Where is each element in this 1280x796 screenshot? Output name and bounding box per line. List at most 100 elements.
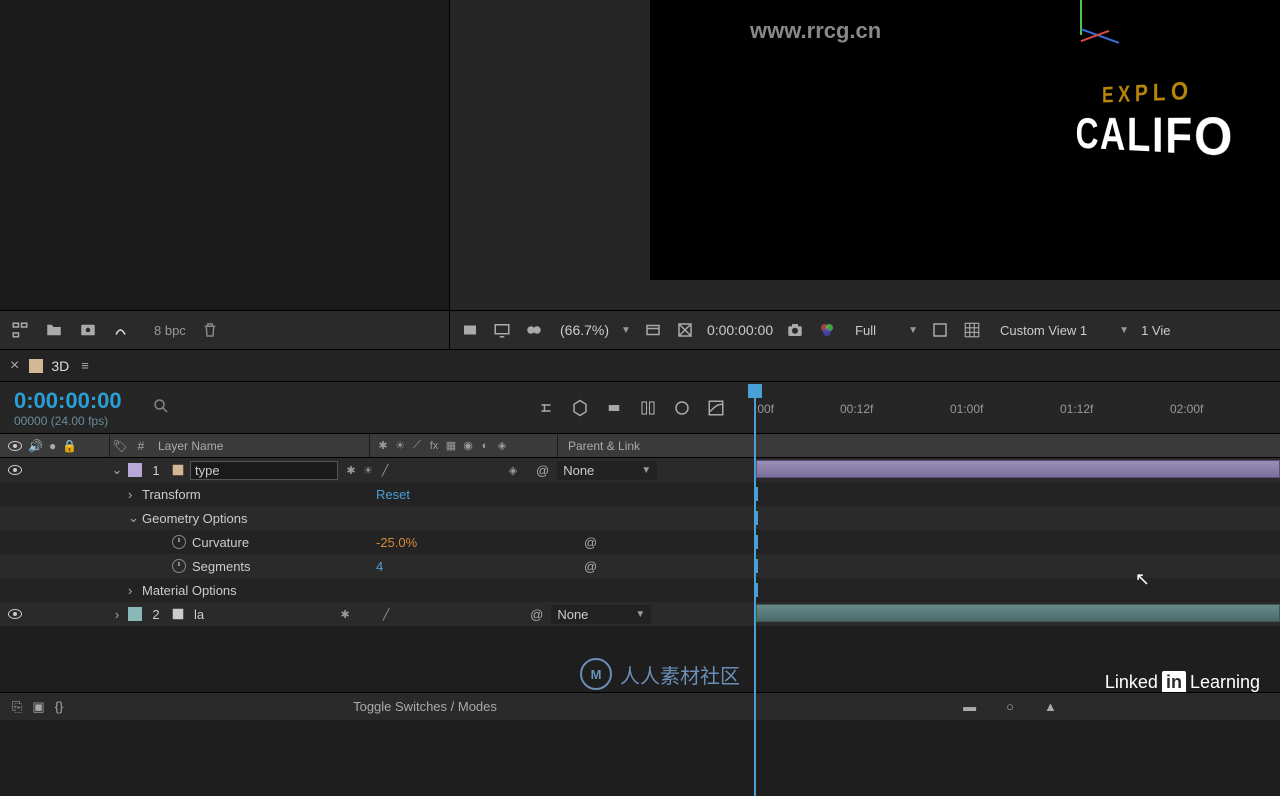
layer-1-switch-3[interactable]: ╱ (378, 463, 392, 477)
draft3d-toggle-icon[interactable] (570, 398, 590, 418)
lock-column-icon[interactable]: 🔒 (62, 439, 77, 453)
layer-1-number: 1 (146, 463, 166, 478)
frame-rate-label: 00000 (24.00 fps) (14, 414, 122, 428)
adjustment-icon[interactable] (112, 320, 132, 340)
layer-2-duration-bar[interactable] (756, 604, 1280, 622)
layer-1-collapse-toggle[interactable]: ⌄ (110, 462, 124, 478)
ruler-tick-1: 00:12f (840, 402, 873, 416)
solo-column-icon[interactable]: ● (49, 439, 56, 453)
time-ruler[interactable]: :00f 00:12f 01:00f 01:12f 02:00f (740, 382, 1280, 433)
audio-column-icon[interactable]: 🔊 (28, 439, 43, 453)
layer-2-pickwhip-icon[interactable]: @ (530, 607, 543, 622)
comp-mini-flowchart-icon[interactable] (536, 398, 556, 418)
panel-menu-icon[interactable]: ≡ (81, 358, 89, 373)
layer-1-duration-bar[interactable] (756, 460, 1280, 478)
viewer-timecode[interactable]: 0:00:00:00 (707, 322, 773, 338)
tab-color-swatch (29, 359, 43, 373)
view-count-label[interactable]: 1 Vie (1141, 323, 1170, 338)
switch-fx-icon: fx (427, 439, 441, 453)
color-channels-icon[interactable] (817, 320, 837, 340)
layer-2-name[interactable]: la (190, 607, 204, 622)
3d-text-layer[interactable]: EXPLO CALIFO (1076, 73, 1235, 169)
layer-1-switch-2[interactable]: ☀ (361, 463, 375, 477)
layer-1-3d-switch[interactable]: ◈ (506, 463, 520, 477)
layer-1-name-input[interactable] (190, 461, 338, 480)
toggle-alpha-icon[interactable] (460, 320, 480, 340)
composition-viewer[interactable]: www.rrcg.cn EXPLO CALIFO (450, 0, 1280, 310)
layer-2-visibility-toggle[interactable] (8, 609, 22, 619)
geometry-options-label: Geometry Options (142, 511, 248, 526)
linkedin-learning-logo: Linkedin Learning (1105, 671, 1260, 694)
roi-icon[interactable] (930, 320, 950, 340)
layer-2-label-color[interactable] (128, 607, 142, 621)
layer-2-switch-3[interactable]: ╱ (379, 607, 393, 621)
zoom-in-icon[interactable]: ▲ (1044, 699, 1057, 714)
bottom-icon-1[interactable]: ⎘ (12, 699, 22, 715)
zoom-out-icon[interactable]: ▬ (963, 699, 976, 714)
resolution-dropdown[interactable]: Full (849, 321, 896, 340)
zoom-chevron-icon[interactable]: ▼ (621, 325, 631, 336)
transform-collapse-toggle[interactable]: › (128, 487, 142, 502)
toggle-switches-button[interactable]: Toggle Switches / Modes (110, 699, 740, 714)
grid-icon[interactable] (962, 320, 982, 340)
segments-stopwatch[interactable] (172, 559, 186, 573)
search-icon[interactable] (152, 397, 170, 418)
layer-1-switch-1[interactable]: ✱ (344, 463, 358, 477)
layer-1-label-color[interactable] (128, 463, 142, 477)
text-line-1: EXPLO (1076, 73, 1235, 109)
bottom-icon-2[interactable]: ▣ (32, 699, 44, 715)
layer-1-pickwhip-icon[interactable]: @ (536, 463, 549, 478)
draft3d-icon[interactable] (524, 320, 544, 340)
snapshot-icon[interactable] (785, 320, 805, 340)
view-chevron-icon[interactable]: ▼ (1119, 325, 1129, 336)
switch-asterisk-icon: ✱ (376, 439, 390, 453)
resolution-chevron-icon[interactable]: ▼ (908, 325, 918, 336)
segments-label: Segments (192, 559, 251, 574)
bottom-icon-3[interactable]: {} (55, 699, 64, 715)
playhead-line (754, 396, 756, 796)
layer-1-visibility-toggle[interactable] (8, 465, 22, 475)
shy-icon[interactable] (604, 398, 624, 418)
material-collapse-toggle[interactable]: › (128, 583, 142, 598)
watermark-url: www.rrcg.cn (750, 18, 881, 44)
segments-expression-icon[interactable]: @ (584, 559, 597, 574)
material-options-label: Material Options (142, 583, 237, 598)
folder-icon[interactable] (44, 320, 64, 340)
ruler-tick-4: 02:00f (1170, 402, 1203, 416)
zoom-slider-handle[interactable]: ○ (1006, 699, 1014, 714)
layer-2-number: 2 (146, 607, 166, 622)
text-line-2: CALIFO (1076, 106, 1235, 170)
curvature-stopwatch[interactable] (172, 535, 186, 549)
frame-blend-icon[interactable] (638, 398, 658, 418)
transform-reset-button[interactable]: Reset (376, 487, 410, 502)
project-flow-icon[interactable] (10, 320, 30, 340)
label-column-icon[interactable]: 🏷 (110, 434, 130, 457)
tab-name[interactable]: 3D (51, 358, 69, 374)
tab-close-button[interactable]: × (10, 357, 19, 375)
parent-column-header: Parent & Link (558, 434, 742, 457)
switch-3d-icon: ◈ (495, 439, 509, 453)
graph-editor-icon[interactable] (706, 398, 726, 418)
monitor-icon[interactable] (492, 320, 512, 340)
bpc-label[interactable]: 8 bpc (154, 323, 186, 338)
switch-motionblur-icon: ◉ (461, 439, 475, 453)
layer-2-collapse-toggle[interactable]: › (110, 607, 124, 622)
resolution-icon[interactable] (643, 320, 663, 340)
curvature-expression-icon[interactable]: @ (584, 535, 597, 550)
layer-2-parent-dropdown[interactable]: None▼ (551, 605, 651, 624)
view-mode-dropdown[interactable]: Custom View 1 (994, 321, 1107, 340)
zoom-percentage[interactable]: (66.7%) (560, 322, 609, 338)
switch-sun-icon: ☀ (393, 439, 407, 453)
trash-icon[interactable] (200, 320, 220, 340)
visibility-column-icon[interactable] (8, 441, 22, 451)
motion-blur-icon[interactable] (672, 398, 692, 418)
curvature-value[interactable]: -25.0% (376, 535, 417, 550)
current-timecode[interactable]: 0:00:00:00 (14, 388, 122, 414)
comp-settings-icon[interactable] (78, 320, 98, 340)
transparency-grid-icon[interactable] (675, 320, 695, 340)
project-panel-area (0, 0, 450, 310)
layer-2-switch-1[interactable]: ✱ (338, 607, 352, 621)
geometry-collapse-toggle[interactable]: ⌄ (128, 510, 142, 526)
layer-1-parent-dropdown[interactable]: None▼ (557, 461, 657, 480)
segments-value[interactable]: 4 (376, 559, 383, 574)
